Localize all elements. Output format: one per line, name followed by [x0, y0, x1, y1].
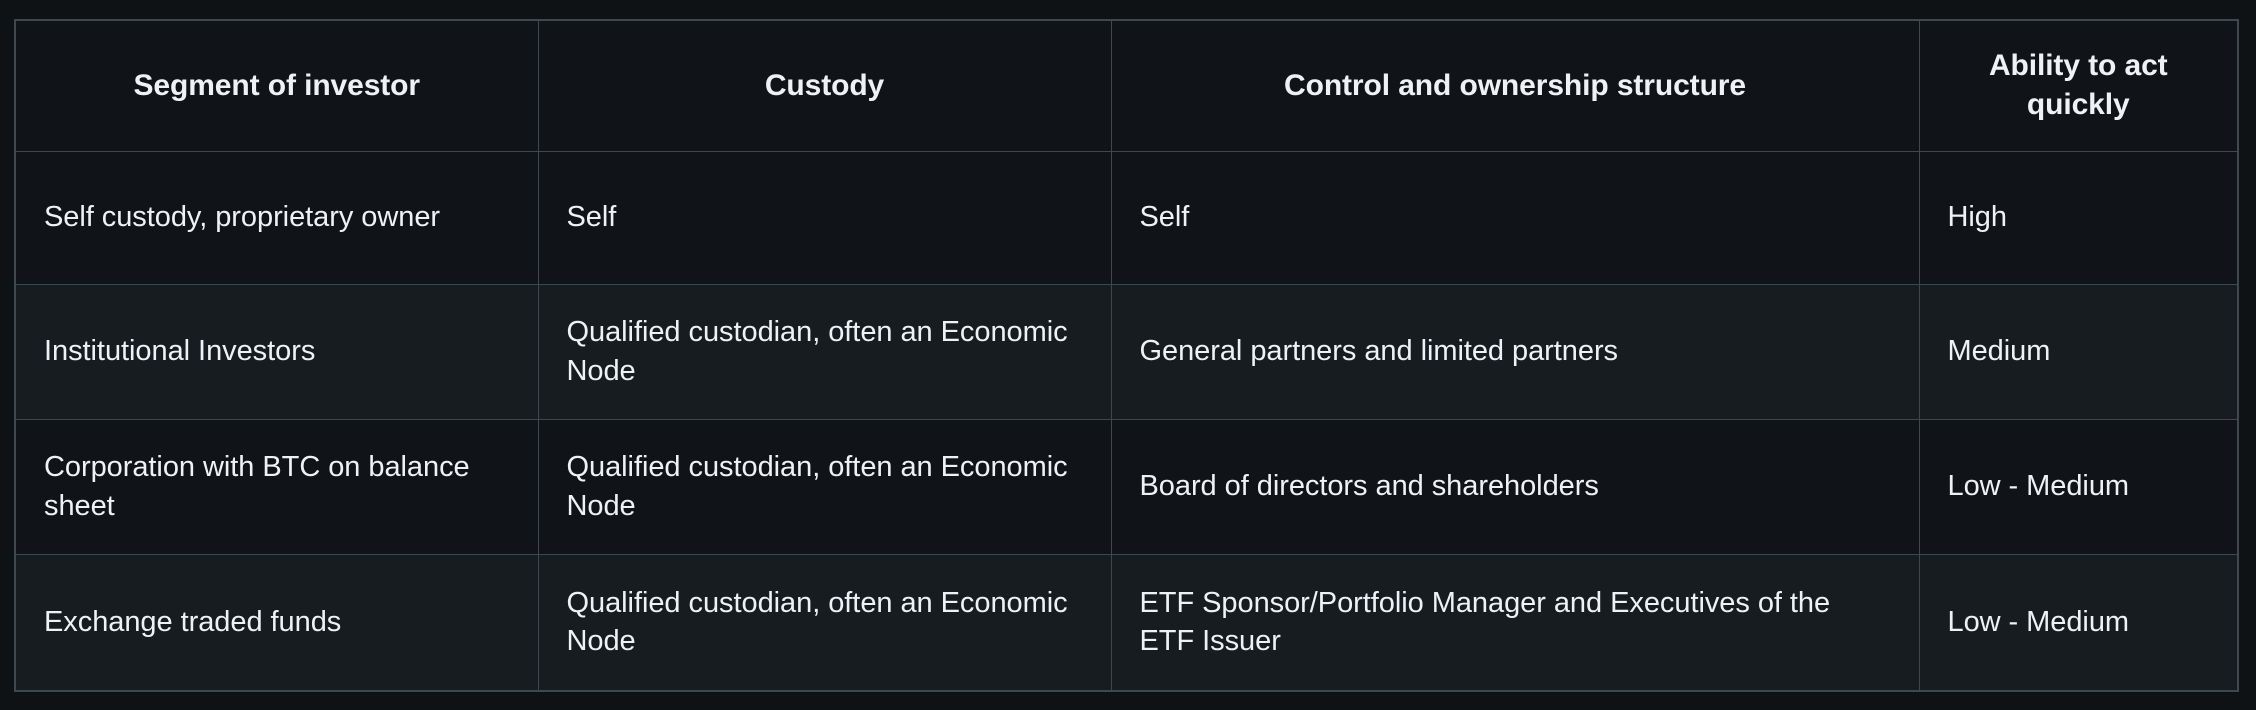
table-body: Self custody, proprietary owner Self Sel… — [15, 151, 2238, 691]
cell-control: Self — [1111, 151, 1919, 284]
investor-comparison-table: Segment of investor Custody Control and … — [14, 19, 2239, 692]
cell-text: Board of directors and shareholders — [1140, 467, 1891, 505]
table-row: Exchange traded funds Qualified custodia… — [15, 554, 2238, 691]
cell-text: ETF Sponsor/Portfolio Manager and Execut… — [1140, 584, 1891, 661]
cell-text: Medium — [1948, 332, 2210, 370]
column-header-label: Control and ownership structure — [1140, 67, 1891, 105]
cell-custody: Qualified custodian, often an Economic N… — [538, 419, 1111, 554]
cell-ability: Low - Medium — [1919, 419, 2238, 554]
cell-segment: Self custody, proprietary owner — [15, 151, 538, 284]
cell-custody: Qualified custodian, often an Economic N… — [538, 284, 1111, 419]
cell-text: Low - Medium — [1948, 467, 2210, 505]
cell-text: High — [1948, 198, 2210, 236]
table-row: Institutional Investors Qualified custod… — [15, 284, 2238, 419]
cell-custody: Qualified custodian, often an Economic N… — [538, 554, 1111, 691]
cell-segment: Exchange traded funds — [15, 554, 538, 691]
cell-text: Low - Medium — [1948, 603, 2210, 641]
table-row: Corporation with BTC on balance sheet Qu… — [15, 419, 2238, 554]
cell-ability: Medium — [1919, 284, 2238, 419]
cell-segment: Corporation with BTC on balance sheet — [15, 419, 538, 554]
cell-text: Exchange traded funds — [44, 603, 510, 641]
column-header-custody: Custody — [538, 20, 1111, 151]
column-header-label: Ability to act quickly — [1948, 47, 2210, 124]
cell-text: Self custody, proprietary owner — [44, 198, 510, 236]
cell-ability: Low - Medium — [1919, 554, 2238, 691]
cell-control: Board of directors and shareholders — [1111, 419, 1919, 554]
column-header-label: Custody — [567, 67, 1083, 105]
cell-text: Corporation with BTC on balance sheet — [44, 448, 510, 525]
table-row: Self custody, proprietary owner Self Sel… — [15, 151, 2238, 284]
cell-segment: Institutional Investors — [15, 284, 538, 419]
table-header: Segment of investor Custody Control and … — [15, 20, 2238, 151]
cell-control: ETF Sponsor/Portfolio Manager and Execut… — [1111, 554, 1919, 691]
comparison-table-container: Segment of investor Custody Control and … — [14, 19, 2237, 690]
cell-text: General partners and limited partners — [1140, 332, 1891, 370]
column-header-label: Segment of investor — [44, 67, 510, 105]
cell-text: Qualified custodian, often an Economic N… — [567, 313, 1083, 390]
column-header-control-and-ownership-structure: Control and ownership structure — [1111, 20, 1919, 151]
cell-text: Self — [1140, 198, 1891, 236]
cell-ability: High — [1919, 151, 2238, 284]
column-header-segment-of-investor: Segment of investor — [15, 20, 538, 151]
cell-custody: Self — [538, 151, 1111, 284]
column-header-ability-to-act-quickly: Ability to act quickly — [1919, 20, 2238, 151]
cell-text: Qualified custodian, often an Economic N… — [567, 448, 1083, 525]
cell-text: Institutional Investors — [44, 332, 510, 370]
table-header-row: Segment of investor Custody Control and … — [15, 20, 2238, 151]
cell-control: General partners and limited partners — [1111, 284, 1919, 419]
cell-text: Qualified custodian, often an Economic N… — [567, 584, 1083, 661]
cell-text: Self — [567, 198, 1083, 236]
